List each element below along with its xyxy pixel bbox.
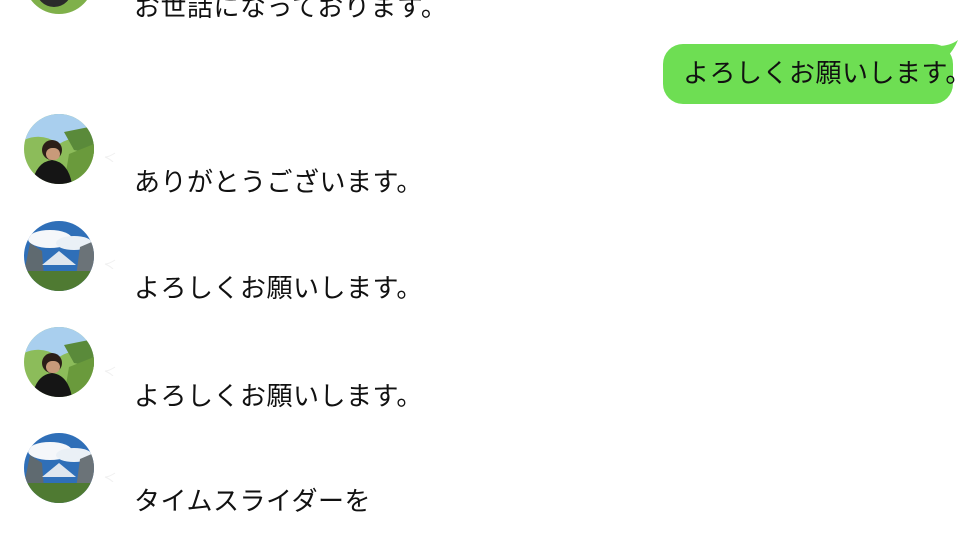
message-text: お世話になっております。 <box>134 0 448 23</box>
chat-window: お世話になっております。 よろしくお願いします。 ありがとうございます。 よろし… <box>0 0 960 540</box>
incoming-bubble-tail <box>104 259 116 269</box>
incoming-bubble-tail <box>104 366 116 376</box>
avatar-person-icon[interactable] <box>24 114 94 184</box>
avatar-person-icon[interactable] <box>24 327 94 397</box>
message-text: ありがとうございます。 <box>134 168 423 198</box>
outgoing-message-bubble: よろしくお願いします。 <box>663 44 960 104</box>
message-text: よろしくお願いします。 <box>134 382 423 412</box>
avatar-landscape-icon[interactable] <box>24 433 94 503</box>
incoming-bubble-tail <box>104 472 116 482</box>
avatar-landscape-icon[interactable] <box>24 221 94 291</box>
incoming-bubble-tail <box>104 152 116 162</box>
message-text: よろしくお願いします。 <box>134 274 423 304</box>
message-text: タイムスライダーを <box>134 487 371 517</box>
avatar-person-icon[interactable] <box>24 0 94 14</box>
